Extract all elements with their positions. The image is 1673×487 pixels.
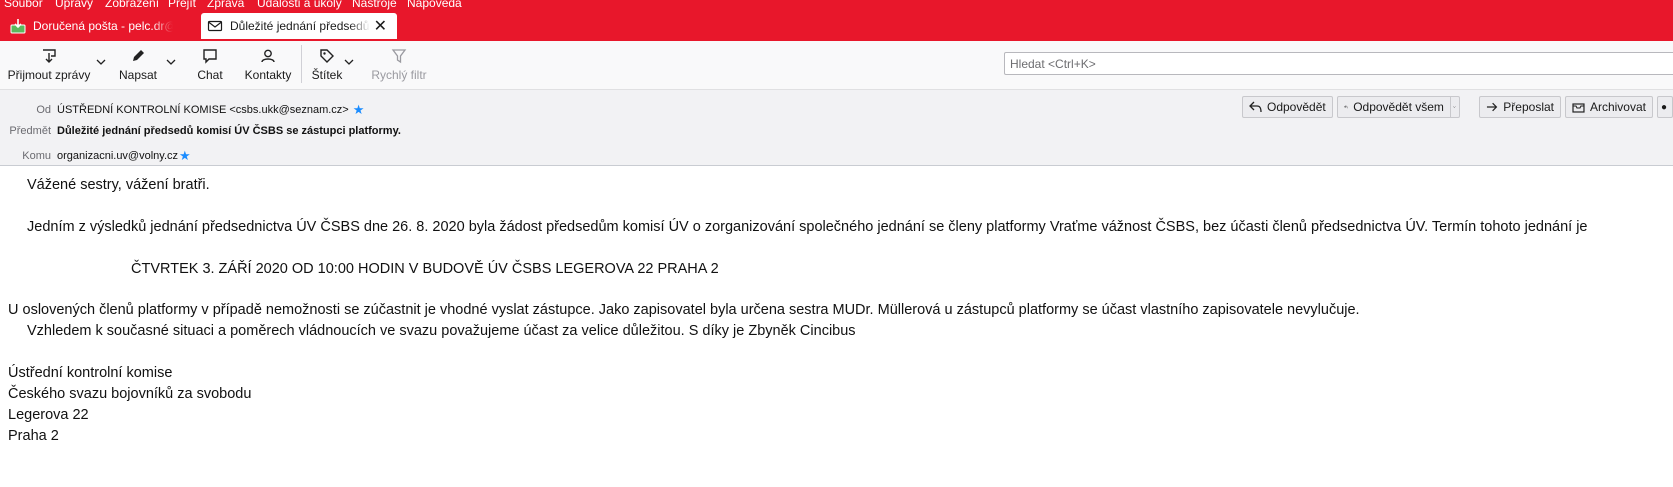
menu-view[interactable]: Zobrazení <box>105 0 159 10</box>
reply-label: Odpovědět <box>1267 100 1326 114</box>
download-icon <box>43 49 56 63</box>
get-mail-button[interactable]: Přijmout zprávy <box>6 41 92 87</box>
from-row: Od ÚSTŘEDNÍ KONTROLNÍ KOMISE <csbs.ukk@s… <box>0 102 364 118</box>
tab-bar: Doručená pošta - pelc.dr@seznam.cz Důlež… <box>0 11 1673 41</box>
from-label: Od <box>36 104 51 116</box>
meeting-line: ČTVRTEK 3. ZÁŘÍ 2020 OD 10:00 HODIN V BU… <box>131 261 719 277</box>
tab-inbox[interactable]: Doručená pošta - pelc.dr@seznam.cz <box>4 13 200 39</box>
subject-value: Důležité jednání předsedů komisí ÚV ČSBS… <box>57 125 401 137</box>
chat-label: Chat <box>197 68 223 82</box>
quick-filter-label: Rychlý filtr <box>371 68 427 82</box>
menu-go[interactable]: Přejít <box>168 0 196 10</box>
quick-filter-button[interactable]: Rychlý filtr <box>366 41 432 87</box>
tab-inbox-label: Doručená pošta - pelc.dr@seznam.cz <box>33 19 173 33</box>
chevron-down-icon[interactable] <box>166 58 176 66</box>
contacts-icon <box>261 49 275 63</box>
menu-events[interactable]: Události a úkoly <box>257 0 342 10</box>
toolbar-separator <box>301 45 302 83</box>
tag-icon <box>320 49 334 63</box>
chat-button[interactable]: Chat <box>188 41 232 87</box>
menu-message[interactable]: Zpráva <box>207 0 244 10</box>
to-value[interactable]: organizacni.uv@volny.cz <box>57 150 178 162</box>
reply-all-icon <box>1344 105 1349 109</box>
chevron-down-icon[interactable] <box>96 58 106 66</box>
reply-icon <box>1249 101 1262 113</box>
write-button[interactable]: Napsat <box>113 41 163 87</box>
forward-label: Přeposlat <box>1503 100 1554 114</box>
write-label: Napsat <box>118 68 158 82</box>
contacts-button[interactable]: Kontakty <box>240 41 296 87</box>
menu-file[interactable]: Soubor <box>4 0 43 10</box>
chevron-down-icon[interactable] <box>1453 103 1456 111</box>
inbox-icon <box>10 19 26 34</box>
chevron-down-icon[interactable] <box>344 58 354 66</box>
search-input[interactable]: Hledat <Ctrl+K> <box>1004 52 1673 75</box>
to-row: Komu organizacni.uv@volny.cz ★ <box>0 148 191 164</box>
reply-all-button[interactable]: Odpovědět všem <box>1337 96 1460 118</box>
get-mail-label: Přijmout zprávy <box>7 68 91 82</box>
archive-label: Archivovat <box>1589 100 1646 114</box>
contacts-label: Kontakty <box>244 68 292 82</box>
message-header: Od ÚSTŘEDNÍ KONTROLNÍ KOMISE <csbs.ukk@s… <box>0 90 1673 166</box>
forward-arrow-icon <box>1486 102 1498 112</box>
reply-button[interactable]: Odpovědět <box>1242 96 1333 118</box>
signature-line: Praha 2 <box>8 428 59 444</box>
filter-icon <box>391 49 407 64</box>
paragraph: Jedním z výsledků jednání předsednictva … <box>27 219 1588 235</box>
signature-line: Legerova 22 <box>8 407 89 423</box>
tag-label: Štítek <box>311 68 343 82</box>
main-toolbar: Přijmout zprávy Napsat Chat Kontakty Ští… <box>0 41 1673 90</box>
menu-edit[interactable]: Úpravy <box>55 0 93 10</box>
pencil-icon <box>133 50 144 61</box>
archive-icon <box>1572 103 1585 113</box>
tab-message[interactable]: Důležité jednání předsedů komisí ÚV ČSBS… <box>201 13 397 39</box>
signature-line: Ústřední kontrolní komise <box>8 365 173 381</box>
greeting: Vážené sestry, vážení bratři. <box>27 177 210 193</box>
menu-tools[interactable]: Nástroje <box>352 0 397 10</box>
paragraph: U oslovených členů platformy v případě n… <box>8 302 1360 318</box>
tab-message-label: Důležité jednání předsedů komisí ÚV ČSBS <box>230 19 370 33</box>
subject-label: Předmět <box>9 125 51 137</box>
star-icon[interactable]: ★ <box>179 148 191 164</box>
reply-all-label: Odpovědět všem <box>1353 100 1444 114</box>
archive-button[interactable]: Archivovat <box>1565 96 1653 118</box>
menu-help[interactable]: Nápověda <box>407 0 462 10</box>
to-label: Komu <box>22 150 51 162</box>
paragraph: Vzhledem k současné situaci a poměrech v… <box>27 323 856 339</box>
subject-row: Předmět Důležité jednání předsedů komisí… <box>0 125 401 137</box>
envelope-icon <box>207 20 223 32</box>
tag-button[interactable]: Štítek <box>310 41 344 87</box>
more-actions-button[interactable]: ● <box>1657 96 1673 118</box>
more-icon: ● <box>1661 101 1668 113</box>
menu-bar: Soubor Úpravy Zobrazení Přejít Zpráva Ud… <box>0 0 1673 11</box>
chat-icon <box>203 49 217 64</box>
star-icon[interactable]: ★ <box>353 102 365 118</box>
from-value[interactable]: ÚSTŘEDNÍ KONTROLNÍ KOMISE <csbs.ukk@sezn… <box>57 104 349 116</box>
close-icon[interactable]: ✕ <box>374 16 387 36</box>
forward-button[interactable]: Přeposlat <box>1479 96 1561 118</box>
signature-line: Českého svazu bojovníků za svobodu <box>8 386 252 402</box>
